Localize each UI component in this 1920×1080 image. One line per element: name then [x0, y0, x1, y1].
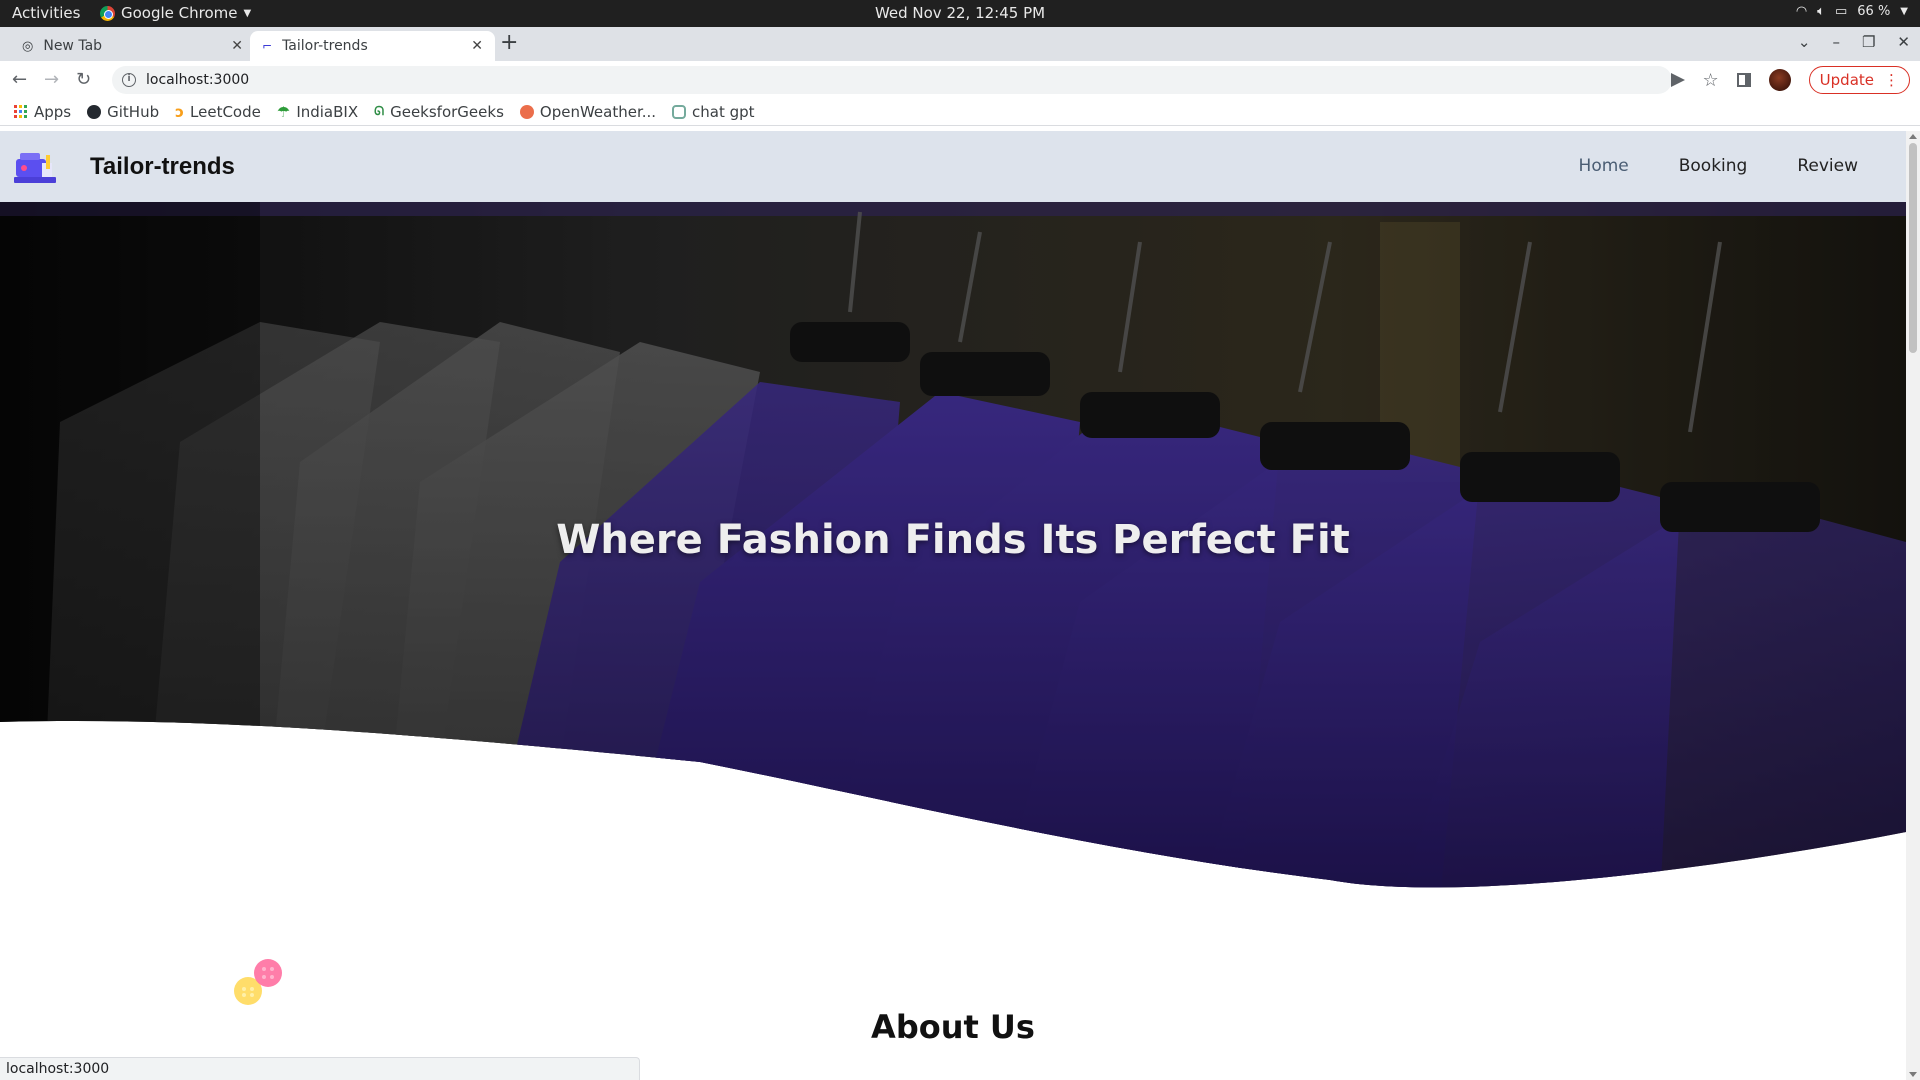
site-navbar: Tailor-trends Home Booking Review: [0, 131, 1906, 202]
bookmark-label: Apps: [34, 102, 72, 121]
close-icon[interactable]: ✕: [471, 38, 483, 54]
nav-link-booking[interactable]: Booking: [1679, 156, 1748, 176]
scroll-down-arrow-icon[interactable]: [1909, 1072, 1917, 1077]
bookmark-openweather[interactable]: OpenWeather...: [519, 102, 657, 121]
battery-icon: ▭: [1834, 4, 1848, 19]
info-icon[interactable]: i: [122, 73, 136, 87]
leetcode-icon: ↄ: [175, 102, 185, 121]
tab-title: Tailor-trends: [282, 38, 368, 54]
tab-strip: ◎ New Tab ✕ ⌐ Tailor-trends ✕: [0, 27, 1920, 61]
bookmark-github[interactable]: GitHub: [87, 103, 159, 121]
buttons-decoration-icon: [234, 959, 282, 1005]
bookmark-label: chat gpt: [692, 102, 755, 121]
scroll-thumb[interactable]: [1909, 143, 1917, 353]
hero-title: Where Fashion Finds Its Perfect Fit: [556, 517, 1350, 563]
sewing-machine-favicon-icon: ⌐: [262, 39, 273, 53]
bookmark-label: GeeksforGeeks: [390, 102, 504, 121]
bookmark-label: IndiaBIX: [296, 102, 359, 121]
address-bar[interactable]: i localhost:3000: [112, 66, 1672, 94]
tab-search-icon[interactable]: ⌄: [1798, 33, 1811, 51]
bookmark-label: GitHub: [107, 102, 160, 121]
url-text: localhost:3000: [146, 72, 250, 88]
window-controls: ⌄ – ❐ ✕: [1798, 33, 1910, 51]
bookmark-indiabix[interactable]: ☂ IndiaBIX: [277, 103, 358, 121]
bookmark-chat-gpt[interactable]: chat gpt: [672, 103, 755, 121]
bookmarks-bar: Apps GitHub ↄ LeetCode ☂ IndiaBIX ᘏ Geek…: [0, 98, 1920, 126]
site-brand[interactable]: Tailor-trends: [90, 153, 235, 181]
tab-title: New Tab: [43, 38, 103, 54]
page-viewport: Tailor-trends Home Booking Review Where …: [0, 131, 1906, 1080]
indiabix-icon: ☂: [276, 102, 291, 121]
apps-grid-icon: [14, 104, 28, 119]
link-status-bubble: localhost:3000: [0, 1057, 640, 1080]
bookmark-label: LeetCode: [190, 102, 261, 121]
openweather-icon: [519, 104, 534, 119]
nav-link-home[interactable]: Home: [1579, 156, 1629, 176]
chevron-down-icon: ▼: [243, 7, 252, 19]
chatgpt-icon: [672, 104, 687, 119]
forward-arrow-icon[interactable]: →: [44, 69, 59, 90]
tab-tailor-trends[interactable]: ⌐ Tailor-trends ✕: [250, 31, 495, 61]
bookmark-label: OpenWeather...: [539, 102, 657, 121]
app-menu-label: Google Chrome: [121, 4, 238, 22]
volume-icon: 🔈︎: [1817, 4, 1825, 19]
bookmark-leetcode[interactable]: ↄ LeetCode: [175, 103, 261, 121]
new-tab-button[interactable]: +: [500, 32, 518, 54]
reload-icon[interactable]: ↻: [76, 69, 91, 90]
send-icon[interactable]: [1670, 73, 1685, 87]
back-arrow-icon[interactable]: ←: [12, 69, 27, 90]
bookmark-apps[interactable]: Apps: [14, 103, 71, 121]
site-nav-links: Home Booking Review: [1579, 156, 1858, 176]
app-menu[interactable]: Google Chrome ▼: [100, 4, 251, 22]
nav-link-review[interactable]: Review: [1797, 156, 1858, 176]
about-us-heading: About Us: [871, 1008, 1035, 1046]
bookmark-geeksforgeeks[interactable]: ᘏ GeeksforGeeks: [374, 103, 504, 121]
update-label: Update: [1819, 71, 1874, 89]
update-button[interactable]: Update ⋮: [1808, 66, 1910, 94]
scroll-up-arrow-icon[interactable]: [1909, 134, 1917, 139]
hero-section: Where Fashion Finds Its Perfect Fit: [0, 202, 1906, 902]
restore-icon[interactable]: ❐: [1862, 33, 1875, 51]
page-scrollbar[interactable]: [1906, 131, 1920, 1080]
minimize-icon[interactable]: –: [1832, 33, 1840, 51]
chrome-tab-icon: ◎: [22, 38, 34, 54]
star-icon[interactable]: ☆: [1703, 70, 1719, 91]
close-icon[interactable]: ✕: [231, 38, 243, 54]
battery-percent: 66 %: [1857, 4, 1891, 19]
tab-new-tab[interactable]: ◎ New Tab ✕: [10, 31, 255, 61]
os-top-bar: Activities Google Chrome ▼ Wed Nov 22, 1…: [0, 0, 1920, 27]
wifi-icon: ◠: [1795, 4, 1808, 19]
activities-button[interactable]: Activities: [12, 4, 80, 22]
profile-avatar[interactable]: [1768, 69, 1791, 91]
geeksforgeeks-icon: ᘏ: [374, 104, 385, 118]
clock[interactable]: Wed Nov 22, 12:45 PM: [875, 4, 1045, 22]
more-vert-icon: ⋮: [1884, 71, 1899, 89]
system-tray[interactable]: ◠ 🔈︎ ▭ 66 % ▼: [1796, 4, 1908, 19]
github-icon: [87, 104, 102, 119]
sewing-machine-logo-icon[interactable]: [12, 149, 58, 185]
chrome-icon: [100, 5, 115, 21]
chevron-down-icon: ▼: [1900, 6, 1908, 17]
browser-toolbar: ← → ↻ i localhost:3000 ☆ Update ⋮: [0, 61, 1920, 98]
close-window-icon[interactable]: ✕: [1897, 33, 1910, 51]
side-panel-icon[interactable]: [1736, 73, 1751, 87]
